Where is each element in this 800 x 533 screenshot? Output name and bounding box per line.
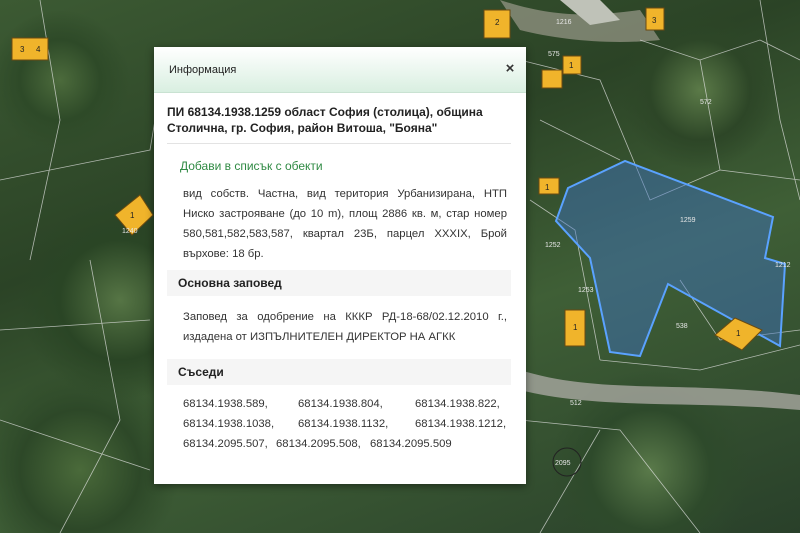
neighbor-item[interactable]: 68134.2095.508, [276, 434, 370, 454]
neighbor-item[interactable]: 68134.1938.804, [298, 394, 415, 414]
svg-text:575: 575 [548, 51, 560, 58]
svg-text:1212: 1212 [775, 262, 791, 269]
section-title-order: Основна заповед [167, 270, 511, 296]
svg-text:1: 1 [130, 211, 135, 220]
svg-text:3: 3 [652, 16, 657, 25]
svg-text:572: 572 [700, 99, 712, 106]
svg-text:1: 1 [573, 323, 578, 332]
neighbor-item[interactable]: 68134.2095.507, [183, 434, 276, 454]
neighbor-item[interactable]: 68134.1938.822, [415, 394, 500, 414]
svg-text:538: 538 [676, 323, 688, 330]
info-panel: Информация × ПИ 68134.1938.1259 област С… [154, 47, 526, 484]
neighbor-item[interactable]: 68134.2095.509 [370, 434, 452, 454]
order-text: Заповед за одобрение на КККР РД-18-68/02… [183, 311, 507, 343]
svg-text:1253: 1253 [578, 287, 594, 294]
neighbors-list: 68134.1938.589, 68134.1938.804, 68134.1938… [183, 394, 507, 454]
neighbor-item[interactable]: 68134.1938.1212, [415, 414, 506, 434]
svg-text:2095: 2095 [555, 460, 571, 467]
parcel-heading: ПИ 68134.1938.1259 област София (столица… [167, 104, 511, 144]
add-to-list-link[interactable]: Добави в списък с обекти [180, 159, 511, 173]
svg-text:3: 3 [20, 45, 25, 54]
panel-title: Информация [169, 64, 237, 76]
svg-text:1: 1 [736, 329, 741, 338]
svg-text:1: 1 [545, 183, 550, 192]
svg-text:1240: 1240 [122, 228, 138, 235]
neighbor-item[interactable]: 68134.1938.1132, [298, 414, 415, 434]
close-icon[interactable]: × [502, 60, 518, 77]
panel-header: Информация × [154, 47, 526, 93]
panel-content[interactable]: ПИ 68134.1938.1259 област София (столица… [167, 104, 511, 474]
section-title-neighbors: Съседи [167, 359, 511, 385]
neighbor-item[interactable]: 68134.1938.589, [183, 394, 298, 414]
svg-text:1259: 1259 [680, 217, 696, 224]
parcel-description: вид собств. Частна, вид територия Урбани… [183, 188, 507, 260]
svg-text:4: 4 [36, 45, 41, 54]
neighbor-item[interactable]: 68134.1938.1038, [183, 414, 298, 434]
svg-text:1: 1 [569, 61, 574, 70]
svg-text:1216: 1216 [556, 19, 572, 26]
svg-text:2: 2 [495, 18, 500, 27]
svg-text:1252: 1252 [545, 242, 561, 249]
svg-text:512: 512 [570, 400, 582, 407]
